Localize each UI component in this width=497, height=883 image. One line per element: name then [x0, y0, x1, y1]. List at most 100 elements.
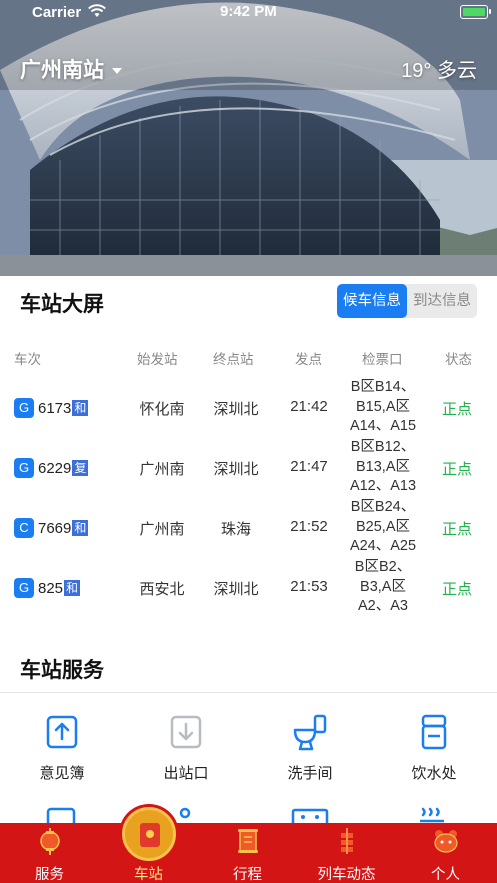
- tab-label: 车站: [134, 867, 163, 883]
- tab-arrival-info[interactable]: 到达信息: [407, 284, 477, 318]
- ticket-gate: B区B12、 B13,A区 A12、A13: [340, 438, 426, 497]
- gate-line: B区B12、: [350, 439, 416, 455]
- station-selector[interactable]: 广州南站: [20, 54, 122, 84]
- table-row[interactable]: G 825 和 西安北 深圳北 21:53 B区B2、 B3,A区 A2、A3 …: [0, 558, 497, 618]
- train-type-badge: C: [14, 518, 34, 538]
- exit-icon: [170, 715, 202, 749]
- nursery-icon[interactable]: [290, 808, 330, 823]
- station-building-image: [0, 0, 497, 276]
- gate-line: B25,A区: [356, 518, 410, 535]
- tab-profile[interactable]: 个人: [396, 823, 495, 883]
- departure-time: 21:52: [290, 518, 328, 535]
- gate-line: B13,A区: [356, 458, 410, 475]
- tab-waiting-info[interactable]: 候车信息: [337, 284, 407, 318]
- gate-line: A24、A25: [349, 538, 417, 554]
- battery-icon: [460, 5, 491, 19]
- services-title: 车站服务: [20, 659, 104, 682]
- ticket-gate: B区B24、 B25,A区 A24、A25: [340, 498, 426, 557]
- tab-label: 列车动态: [317, 867, 376, 883]
- table-header: 车次 始发站 终点站 发点 检票口 状态: [0, 348, 497, 368]
- toilet-icon: [293, 714, 327, 751]
- wifi-icon: [88, 4, 106, 17]
- train-number-text: 6229: [38, 459, 72, 477]
- train-type-badge: G: [14, 398, 34, 418]
- info-type-segmented-control: 候车信息 到达信息: [337, 284, 477, 318]
- train-number: G 825 和: [14, 578, 81, 598]
- service-feedback[interactable]: 意见簿: [0, 712, 124, 783]
- ticket-gate: B区B2、 B3,A区 A2、A3: [340, 558, 426, 617]
- water-icon: [421, 714, 447, 750]
- status-on-time: 正点: [441, 521, 472, 538]
- departure-time: 21:42: [290, 398, 328, 415]
- train-number-text: 7669: [38, 519, 72, 537]
- column-header-gate: 检票口: [362, 352, 403, 367]
- scroll-icon: [237, 829, 258, 853]
- train-number: G 6229 复: [14, 458, 89, 478]
- tab-train-status[interactable]: 列车动态: [297, 823, 396, 883]
- tab-station[interactable]: 车站: [99, 807, 198, 883]
- column-header-train: 车次: [14, 352, 41, 367]
- gate-line: A14、A15: [349, 418, 417, 434]
- tab-bar: 服务 车站 行程 列车动态 个人: [0, 807, 497, 883]
- station-photo: Carrier 9:42 PM 广州南站 19° 多云: [0, 0, 497, 276]
- tv-icon[interactable]: [46, 806, 76, 823]
- hot-water-icon[interactable]: [418, 806, 446, 823]
- service-label: 洗手间: [287, 765, 333, 782]
- gate-line: A2、A3: [358, 598, 408, 614]
- service-toilet[interactable]: 洗手间: [248, 712, 372, 783]
- tab-service[interactable]: 服务: [0, 823, 99, 883]
- divider: [0, 692, 497, 693]
- feedback-icon: [46, 715, 78, 749]
- departure-time: 21:47: [290, 458, 328, 475]
- tab-label: 服务: [35, 867, 64, 883]
- lantern-icon: [39, 828, 60, 855]
- column-header-departure-time: 发点: [295, 352, 322, 367]
- destination-station: 深圳北: [213, 581, 259, 598]
- column-header-status: 状态: [445, 352, 472, 367]
- gate-line: B区B2、: [354, 559, 412, 575]
- departure-time: 21:53: [290, 578, 328, 595]
- table-row[interactable]: G 6229 复 广州南 深圳北 21:47 B区B12、 B13,A区 A12…: [0, 438, 497, 498]
- status-on-time: 正点: [441, 401, 472, 418]
- origin-station: 怀化南: [139, 401, 185, 418]
- chevron-down-icon: [112, 68, 122, 75]
- service-label: 饮水处: [411, 765, 457, 782]
- gate-line: B15,A区: [356, 398, 410, 415]
- gate-line: B区B14、: [350, 379, 416, 395]
- gate-line: A12、A13: [349, 478, 417, 494]
- tab-itinerary[interactable]: 行程: [198, 823, 297, 883]
- gate-line: B3,A区: [360, 578, 406, 595]
- train-type-badge: G: [14, 458, 34, 478]
- person-icon[interactable]: [178, 806, 192, 823]
- column-header-destination: 终点站: [213, 352, 254, 367]
- red-envelope-icon: [121, 807, 176, 861]
- train-number: C 7669 和: [14, 518, 89, 538]
- table-row[interactable]: G 6173 和 怀化南 深圳北 21:42 B区B14、 B15,A区 A14…: [0, 378, 497, 438]
- train-number-text: 6173: [38, 399, 72, 417]
- destination-station: 珠海: [220, 521, 251, 538]
- origin-station: 广州南: [139, 521, 185, 538]
- train-model-tag: 和: [72, 520, 89, 536]
- status-bar: Carrier 9:42 PM: [0, 0, 497, 24]
- service-label: 出站口: [163, 765, 209, 782]
- origin-station: 西安北: [139, 581, 185, 598]
- firecracker-icon: [340, 828, 353, 854]
- train-number-text: 825: [38, 579, 64, 597]
- destination-station: 深圳北: [213, 461, 259, 478]
- mascot-icon: [433, 830, 458, 853]
- status-on-time: 正点: [441, 461, 472, 478]
- service-label: 意见簿: [39, 765, 85, 782]
- table-row[interactable]: C 7669 和 广州南 珠海 21:52 B区B24、 B25,A区 A24、…: [0, 498, 497, 558]
- big-screen-title: 车站大屏: [20, 293, 104, 316]
- service-exit[interactable]: 出站口: [124, 712, 248, 783]
- clock: 9:42 PM: [220, 3, 277, 20]
- train-type-badge: G: [14, 578, 34, 598]
- tab-label: 个人: [431, 867, 460, 883]
- tab-label: 行程: [233, 867, 262, 883]
- origin-station: 广州南: [139, 461, 185, 478]
- train-model-tag: 和: [72, 400, 89, 416]
- service-water[interactable]: 饮水处: [372, 712, 496, 783]
- weather-label: 19° 多云: [401, 60, 477, 82]
- train-model-tag: 复: [72, 460, 89, 476]
- train-number: G 6173 和: [14, 398, 89, 418]
